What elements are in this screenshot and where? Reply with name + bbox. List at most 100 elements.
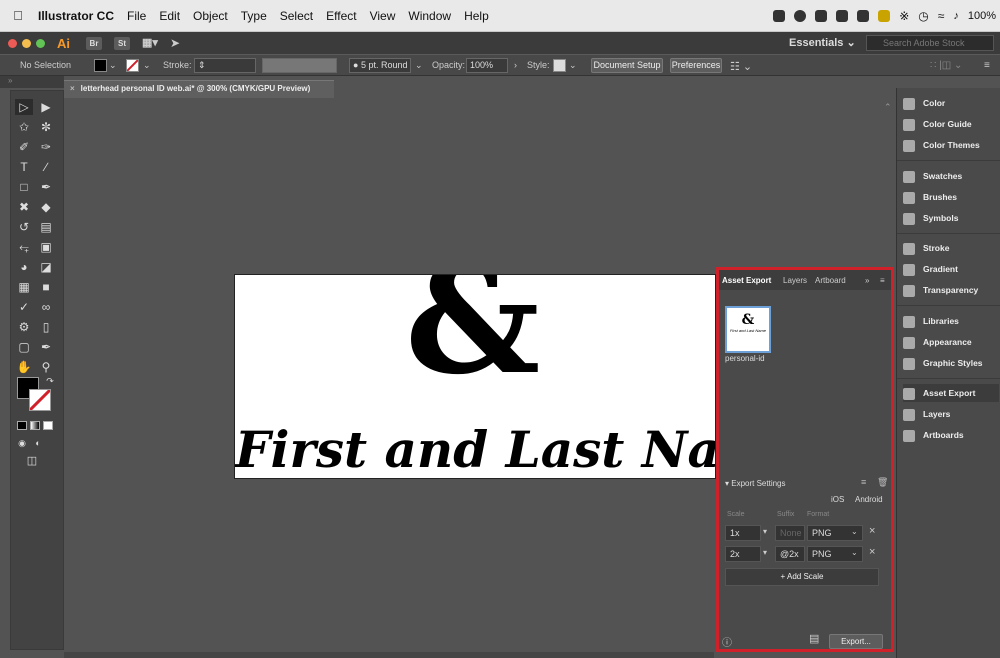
pen-tool-icon[interactable]: ✐	[15, 139, 33, 155]
fill-dropdown-icon[interactable]: ⌄	[109, 60, 117, 71]
gradient-tool-icon[interactable]: ■	[37, 279, 55, 295]
trash-icon[interactable]: 🗑	[877, 477, 888, 488]
time-machine-icon[interactable]: ◷	[918, 9, 928, 23]
dock-graphic-styles[interactable]: Graphic Styles	[903, 354, 999, 372]
artboard[interactable]: & First and Last Name	[234, 274, 716, 479]
menu-object[interactable]: Object	[193, 9, 228, 23]
blend-tool-icon[interactable]: ∞	[37, 299, 55, 315]
gradient-mode-icon[interactable]	[30, 421, 40, 430]
wifi-icon[interactable]: ≈	[938, 9, 945, 23]
asset-thumbnail[interactable]: & First and Last Name	[725, 306, 771, 353]
toolbar-collapse-icon[interactable]: »	[0, 76, 64, 88]
volume-icon[interactable]: ♪	[953, 10, 959, 22]
menu-help[interactable]: Help	[464, 9, 489, 23]
stroke-swatch[interactable]	[126, 59, 139, 72]
minimize-window-icon[interactable]	[22, 38, 31, 48]
zoom-window-icon[interactable]	[36, 38, 45, 48]
scroll-up-icon[interactable]: ⌃	[884, 102, 892, 113]
document-tab[interactable]: × letterhead personal ID web.ai* @ 300% (…	[64, 80, 334, 98]
opacity-arrow-icon[interactable]: ›	[514, 60, 517, 70]
paintbrush-icon[interactable]: ✒	[37, 179, 55, 195]
dock-appearance[interactable]: Appearance	[903, 333, 999, 351]
column-graph-icon[interactable]: ▯	[37, 319, 55, 335]
dock-color[interactable]: Color	[903, 94, 999, 112]
tab-artboard[interactable]: Artboard	[815, 276, 846, 285]
arrange-documents-icon[interactable]: ▦▾	[142, 37, 158, 50]
shape-builder-icon[interactable]: ◕	[15, 259, 33, 275]
scale-select[interactable]: 1x	[725, 525, 761, 541]
lasso-icon[interactable]: ✼	[37, 119, 55, 135]
eyedropper-icon[interactable]: ✓	[15, 299, 33, 315]
name-text[interactable]: First and Last Name	[235, 425, 715, 475]
dock-asset-export[interactable]: Asset Export	[903, 384, 999, 402]
fill-swatch[interactable]	[94, 59, 107, 72]
artboard-tool-icon[interactable]: ▢	[15, 339, 33, 355]
menu-window[interactable]: Window	[408, 9, 451, 23]
menu-edit[interactable]: Edit	[159, 9, 180, 23]
dock-transparency[interactable]: Transparency	[903, 281, 999, 299]
menu-file[interactable]: File	[127, 9, 146, 23]
arrange-icon[interactable]: ☷ ⌄	[730, 60, 752, 73]
gpu-performance-icon[interactable]: ➤	[170, 36, 180, 50]
dock-color-themes[interactable]: Color Themes	[903, 136, 999, 154]
bluetooth-icon[interactable]: ※	[899, 9, 909, 23]
scale-dropdown-icon[interactable]: ▾	[763, 527, 767, 536]
stock-button[interactable]: St	[114, 36, 130, 50]
swap-colors-icon[interactable]: ↷	[41, 373, 59, 389]
style-dropdown-icon[interactable]: ⌄	[569, 60, 577, 71]
scale-select[interactable]: 2x	[725, 546, 761, 562]
export-button[interactable]: Export...	[829, 634, 883, 649]
dock-stroke[interactable]: Stroke	[903, 239, 999, 257]
panel-menu-icon[interactable]: ≡	[880, 276, 885, 285]
tab-layers[interactable]: Layers	[783, 276, 807, 285]
format-dropdown-icon[interactable]: ⌄	[851, 548, 858, 557]
info-icon[interactable]: ⓘ	[722, 634, 732, 649]
expand-panel-icon[interactable]: »	[865, 276, 869, 285]
bridge-button[interactable]: Br	[86, 36, 102, 50]
draw-behind-icon[interactable]: ◐	[29, 435, 47, 451]
dock-color-guide[interactable]: Color Guide	[903, 115, 999, 133]
settings-menu-icon[interactable]: ≡	[861, 477, 866, 487]
stroke-weight-field[interactable]: ⇕	[194, 58, 256, 73]
perspective-grid-icon[interactable]: ◪	[37, 259, 55, 275]
color-mode-icon[interactable]	[17, 421, 27, 430]
rectangle-tool-icon[interactable]: □	[15, 179, 33, 195]
align-icon[interactable]: ∷ |◫ ⌄	[930, 60, 962, 71]
width-tool-icon[interactable]: ⥆	[15, 239, 33, 255]
stock-search-input[interactable]: Search Adobe Stock	[866, 35, 994, 51]
eraser-icon[interactable]: ◆	[37, 199, 55, 215]
type-tool-icon[interactable]: T	[15, 159, 33, 175]
workspace-switcher[interactable]: Essentials ⌄	[789, 36, 856, 49]
platform-ios[interactable]: iOS	[831, 495, 844, 504]
close-tab-icon[interactable]: ×	[70, 84, 75, 93]
dock-libraries[interactable]: Libraries	[903, 312, 999, 330]
app-status-icon[interactable]	[794, 9, 807, 22]
menu-type[interactable]: Type	[241, 9, 267, 23]
variable-width-profile[interactable]	[262, 58, 337, 73]
symbol-sprayer-icon[interactable]: ⚙	[15, 319, 33, 335]
none-mode-icon[interactable]	[43, 421, 53, 430]
suffix-field[interactable]: None	[775, 525, 805, 541]
dock-gradient[interactable]: Gradient	[903, 260, 999, 278]
scale-dropdown-icon[interactable]: ▾	[763, 548, 767, 557]
remove-scale-icon[interactable]: ×	[869, 546, 875, 558]
brush-definition-field[interactable]: ● 5 pt. Round	[349, 58, 411, 73]
mesh-tool-icon[interactable]: ▦	[15, 279, 33, 295]
menu-app-name[interactable]: Illustrator CC	[38, 9, 114, 23]
dock-swatches[interactable]: Swatches	[903, 167, 999, 185]
remove-scale-icon[interactable]: ×	[869, 525, 875, 537]
evernote-icon[interactable]	[836, 9, 849, 22]
graphic-style-swatch[interactable]	[553, 59, 566, 72]
control-menu-icon[interactable]: ≡	[984, 60, 990, 71]
export-settings-header[interactable]: ▾ Export Settings	[725, 479, 786, 488]
menu-select[interactable]: Select	[280, 9, 313, 23]
menu-view[interactable]: View	[370, 9, 396, 23]
hand-tool-icon[interactable]: ✋	[15, 359, 33, 375]
rotate-tool-icon[interactable]: ↺	[15, 219, 33, 235]
line-tool-icon[interactable]: ∕	[37, 159, 55, 175]
ampersand-graphic[interactable]: &	[405, 275, 540, 395]
dropbox-icon[interactable]	[773, 9, 786, 22]
add-scale-button[interactable]: + Add Scale	[725, 568, 879, 586]
tab-asset-export[interactable]: Asset Export	[722, 276, 771, 285]
curvature-tool-icon[interactable]: ✑	[37, 139, 55, 155]
